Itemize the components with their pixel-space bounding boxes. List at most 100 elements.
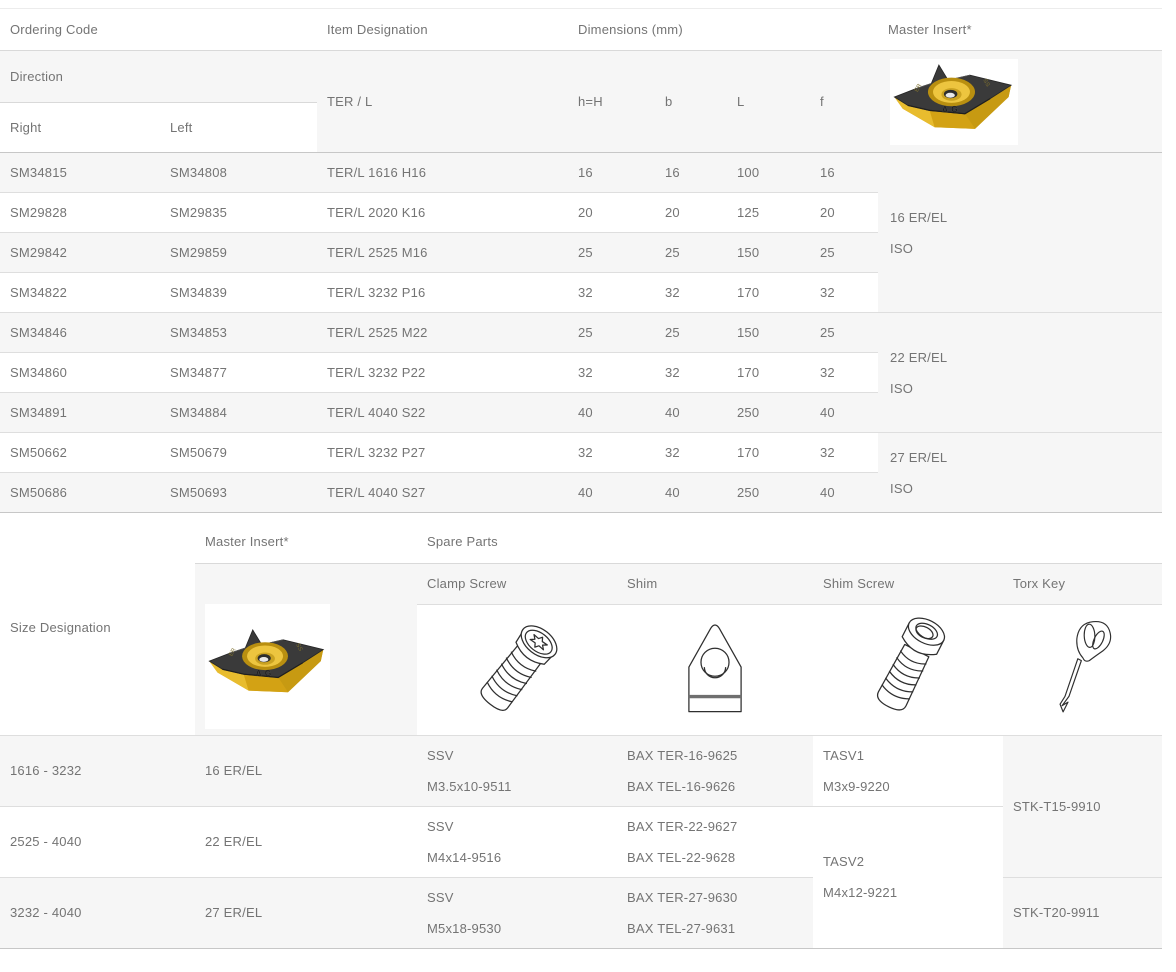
dim-b: 25 (655, 233, 727, 273)
item-designation: TER/L 2020 K16 (317, 193, 568, 233)
ordering-code-left: SM34877 (160, 353, 317, 393)
insert-size: 22 ER/EL (195, 806, 417, 877)
insert-group-standard: ISO (890, 473, 1152, 504)
header-row-1: Ordering Code Item Designation Dimension… (0, 9, 1162, 51)
part-number: BAX TEL-22-9628 (627, 842, 803, 873)
col-header-h: h=H (568, 51, 655, 153)
dim-b: 40 (655, 393, 727, 433)
part-name: SSV (427, 740, 607, 771)
table-row: SM34815 SM34808 TER/L 1616 H16 16 16 100… (0, 153, 1162, 193)
part-number: BAX TER-16-9625 (627, 740, 803, 771)
ordering-code-left: SM50693 (160, 473, 317, 513)
col-header-torx-key: Torx Key (1003, 563, 1162, 604)
ordering-codes-table: Ordering Code Item Designation Dimension… (0, 8, 1162, 513)
dim-h: 25 (568, 313, 655, 353)
clamp-screw-illustration-cell (417, 604, 617, 735)
col-header-shim-screw: Shim Screw (813, 563, 1003, 604)
ordering-code-left: SM34884 (160, 393, 317, 433)
ordering-code-left: SM34808 (160, 153, 317, 193)
dim-b: 40 (655, 473, 727, 513)
dim-h: 40 (568, 393, 655, 433)
table-row: 1616 - 3232 16 ER/EL SSV M3.5x10-9511 BA… (0, 735, 1162, 806)
col-header-size-designation: Size Designation (0, 520, 195, 735)
dim-f: 25 (810, 313, 878, 353)
shim-part: BAX TER-22-9627 BAX TEL-22-9628 (617, 806, 813, 877)
dim-l: 250 (727, 393, 810, 433)
torx-key-part: STK-T15-9910 (1003, 735, 1162, 877)
insert-group-cell: 22 ER/EL ISO (878, 313, 1162, 433)
part-name: SSV (427, 882, 607, 913)
col-header-direction: Direction (0, 51, 317, 103)
master-insert-photo-cell (195, 563, 417, 735)
dim-b: 32 (655, 433, 727, 473)
dim-h: 40 (568, 473, 655, 513)
size-designation: 3232 - 4040 (0, 877, 195, 948)
col-header-left: Left (160, 103, 317, 153)
part-number: M3x9-9220 (823, 771, 993, 802)
dim-l: 250 (727, 473, 810, 513)
spare-parts-table: Size Designation Master Insert* Spare Pa… (0, 520, 1162, 949)
item-designation: TER/L 3232 P22 (317, 353, 568, 393)
ordering-code-right: SM29828 (0, 193, 160, 233)
ordering-code-left: SM50679 (160, 433, 317, 473)
dim-b: 25 (655, 313, 727, 353)
shim-part: BAX TER-27-9630 BAX TEL-27-9631 (617, 877, 813, 948)
dim-h: 25 (568, 233, 655, 273)
dim-h: 32 (568, 273, 655, 313)
col-header-b: b (655, 51, 727, 153)
insert-group-cell: 27 ER/EL ISO (878, 433, 1162, 513)
col-header-shim: Shim (617, 563, 813, 604)
ordering-code-right: SM34815 (0, 153, 160, 193)
item-designation: TER/L 4040 S22 (317, 393, 568, 433)
dim-l: 170 (727, 353, 810, 393)
ordering-code-right: SM50686 (0, 473, 160, 513)
insert-group-label: 22 ER/EL (890, 342, 1152, 373)
insert-group-label: 16 ER/EL (890, 202, 1152, 233)
dim-f: 25 (810, 233, 878, 273)
ordering-code-right: SM34860 (0, 353, 160, 393)
item-designation: TER/L 2525 M16 (317, 233, 568, 273)
table-row: SM50662 SM50679 TER/L 3232 P27 32 32 170… (0, 433, 1162, 473)
shim-part: BAX TER-16-9625 BAX TEL-16-9626 (617, 735, 813, 806)
col-header-clamp-screw: Clamp Screw (417, 563, 617, 604)
header-row-2: Direction TER / L h=H b L f (0, 51, 1162, 103)
dim-h: 20 (568, 193, 655, 233)
insert-group-cell: 16 ER/EL ISO (878, 153, 1162, 313)
part-number: M4x14-9516 (427, 842, 607, 873)
item-designation: TER/L 1616 H16 (317, 153, 568, 193)
part-number: M3.5x10-9511 (427, 771, 607, 802)
master-insert-photo (205, 604, 330, 729)
item-designation: TER/L 4040 S27 (317, 473, 568, 513)
col-header-right: Right (0, 103, 160, 153)
dim-l: 150 (727, 313, 810, 353)
dim-h: 32 (568, 433, 655, 473)
clamp-screw-part: SSV M3.5x10-9511 (417, 735, 617, 806)
col-header-dimensions: Dimensions (mm) (568, 9, 878, 51)
ordering-code-left: SM29835 (160, 193, 317, 233)
col-header-spare-parts: Spare Parts (417, 520, 1162, 563)
item-designation: TER/L 2525 M22 (317, 313, 568, 353)
table-row: 2525 - 4040 22 ER/EL SSV M4x14-9516 BAX … (0, 806, 1162, 877)
ordering-code-right: SM34846 (0, 313, 160, 353)
size-designation: 1616 - 3232 (0, 735, 195, 806)
ordering-code-left: SM29859 (160, 233, 317, 273)
part-number: BAX TEL-16-9626 (627, 771, 803, 802)
col-header-item-designation: Item Designation (317, 9, 568, 51)
clamp-screw-part: SSV M5x18-9530 (417, 877, 617, 948)
col-header-master-insert: Master Insert* (195, 520, 417, 563)
dim-l: 100 (727, 153, 810, 193)
header-row-1: Size Designation Master Insert* Spare Pa… (0, 520, 1162, 563)
dim-f: 40 (810, 473, 878, 513)
catalog-section: Ordering Code Item Designation Dimension… (0, 0, 1162, 949)
dim-l: 170 (727, 433, 810, 473)
ordering-code-right: SM34891 (0, 393, 160, 433)
dim-f: 40 (810, 393, 878, 433)
col-header-ter-l: TER / L (317, 51, 568, 153)
shim-illustration-cell (617, 604, 813, 735)
dim-b: 20 (655, 193, 727, 233)
part-number: M5x18-9530 (427, 913, 607, 944)
shim-illustration (627, 612, 803, 728)
dim-f: 32 (810, 273, 878, 313)
item-designation: TER/L 3232 P16 (317, 273, 568, 313)
ordering-code-right: SM29842 (0, 233, 160, 273)
